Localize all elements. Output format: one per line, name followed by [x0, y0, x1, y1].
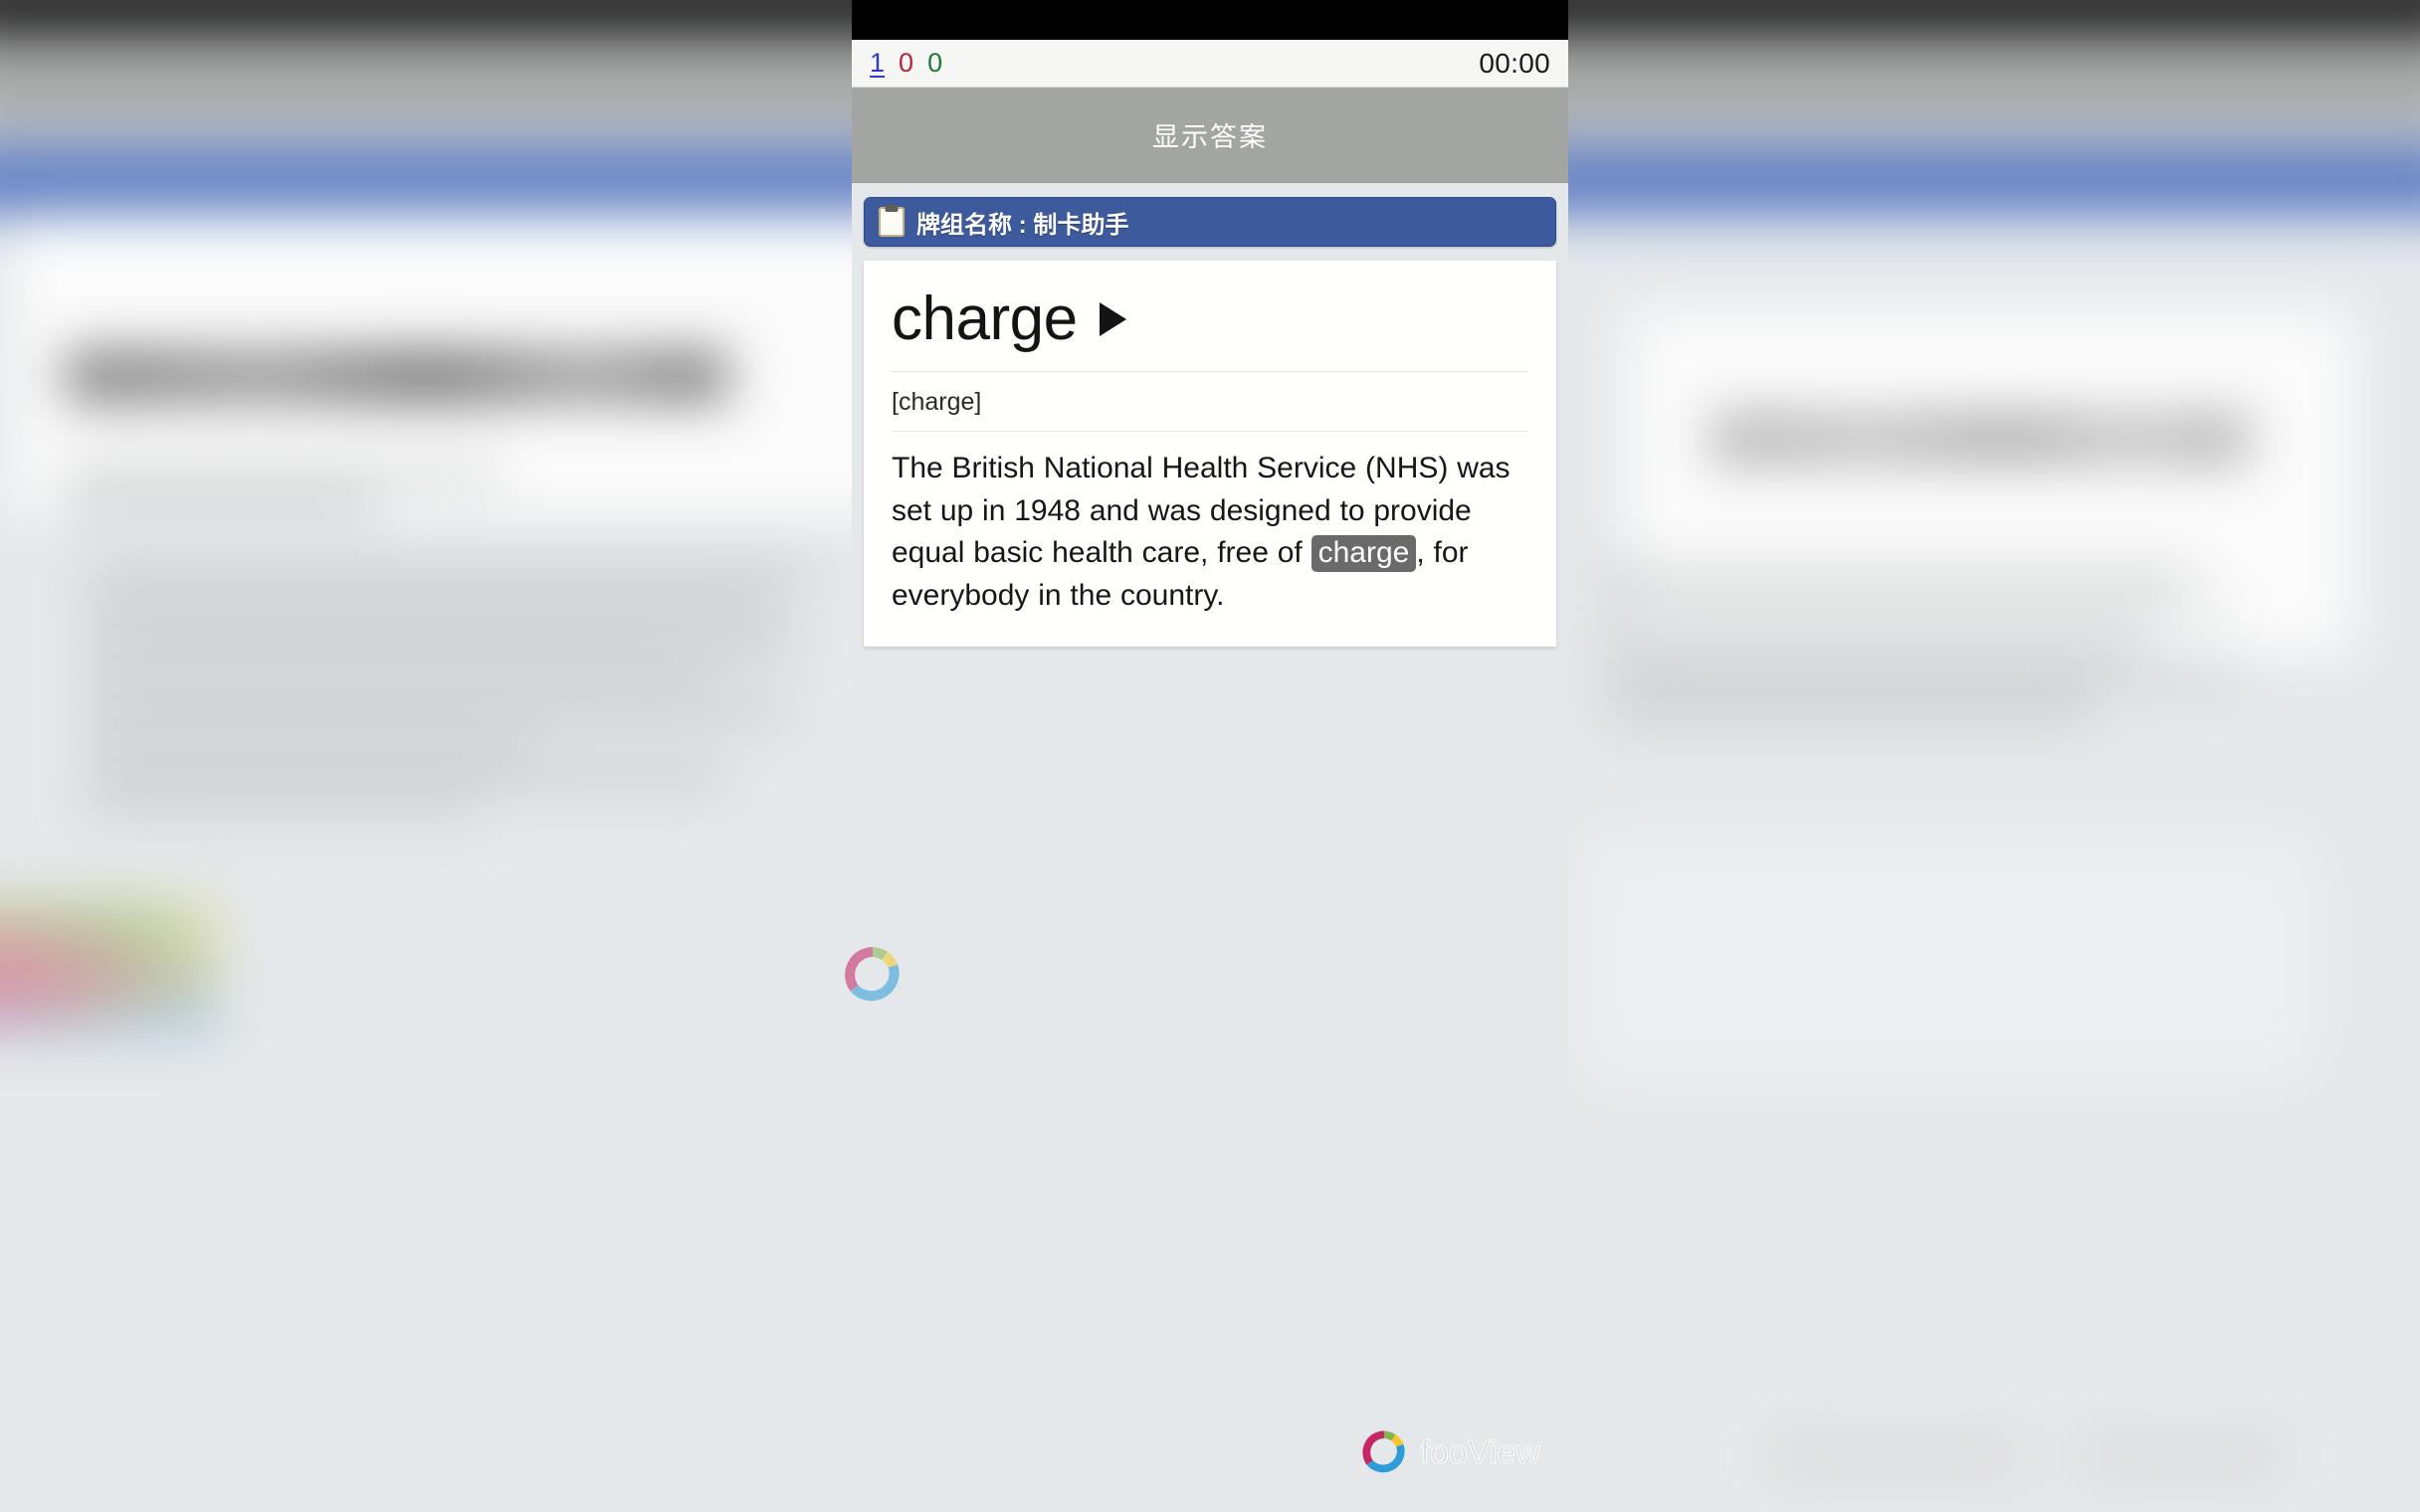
deck-name-bar[interactable]: 牌组名称 : 制卡助手	[864, 197, 1556, 247]
card-counts: 1 0 0	[870, 50, 942, 77]
fooview-ring-icon	[845, 947, 900, 1002]
background-text-line	[86, 801, 480, 816]
background-document-right	[1628, 310, 2353, 653]
definition-text: The British National Health Service (NHS…	[892, 432, 1528, 617]
new-card-count[interactable]: 1	[870, 50, 885, 77]
background-text-line	[65, 466, 501, 480]
background-heading-right	[1711, 414, 2250, 463]
flashcard: charge [charge] The British National Hea…	[864, 261, 1556, 648]
headword: charge	[892, 284, 1078, 353]
play-audio-icon[interactable]	[1099, 301, 1126, 336]
review-timer: 00:00	[1479, 47, 1550, 79]
background-text-line	[86, 701, 790, 716]
due-card-count[interactable]: 0	[927, 50, 942, 77]
fooview-label: fooView	[1420, 1433, 1540, 1471]
background-pastel-gradient	[0, 900, 221, 1036]
fooview-watermark: fooView	[1360, 1428, 1540, 1476]
background-text-line	[86, 768, 728, 782]
background-text-line	[86, 668, 707, 683]
clipboard-icon	[879, 205, 905, 237]
background-text-line	[86, 735, 531, 749]
background-heading-left	[65, 352, 728, 401]
show-answer-button[interactable]: 显示答案	[852, 88, 1568, 183]
deck-name-label: 牌组名称 : 制卡助手	[916, 211, 1129, 239]
status-bar	[852, 0, 1568, 40]
background-panel	[1586, 839, 2312, 1077]
background-text-line	[86, 603, 769, 617]
background-text-line	[86, 636, 801, 650]
background-text-line	[1607, 668, 2239, 683]
fooview-ring-icon	[1362, 1430, 1405, 1473]
highlighted-word: charge	[1311, 535, 1417, 573]
learning-card-count[interactable]: 0	[899, 50, 913, 77]
background-text-line	[1772, 1448, 2022, 1463]
background-text-line	[1607, 636, 2146, 650]
background-text-line	[65, 497, 376, 511]
background-text-line	[1607, 569, 2187, 584]
flashcard-overlay-panel: 1 0 0 00:00 显示答案 牌组名称 : 制卡助手 charge [cha…	[845, 0, 1568, 1512]
phonetic-transcription: [charge]	[892, 372, 1528, 433]
background-text-line	[86, 569, 811, 584]
background-text-line	[1607, 701, 2095, 716]
headword-row: charge	[892, 284, 1528, 373]
card-area: 牌组名称 : 制卡助手 charge [charge] The British …	[852, 183, 1568, 648]
fooview-floating-ball[interactable]	[842, 944, 904, 1006]
counter-bar: 1 0 0 00:00	[852, 40, 1568, 88]
background-text-line	[2083, 1448, 2281, 1463]
background-text-line	[1607, 603, 2229, 617]
